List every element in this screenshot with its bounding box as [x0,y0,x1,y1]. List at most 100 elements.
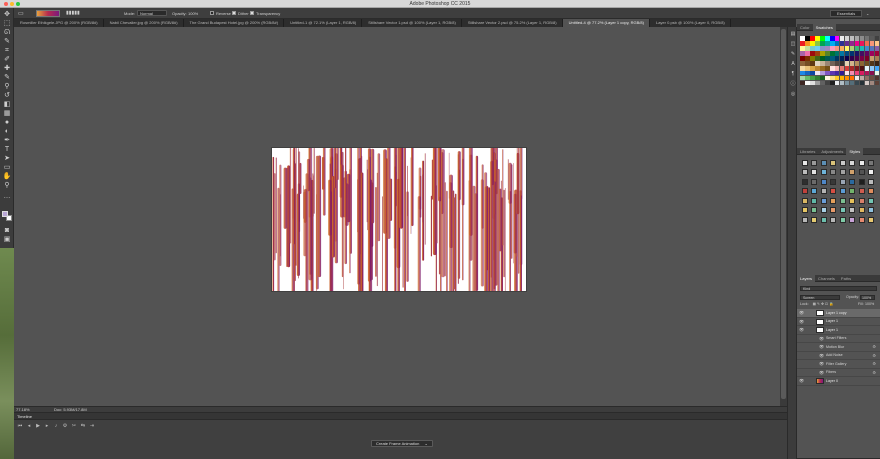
color-swatch[interactable] [834,40,840,46]
vertical-scrollbar[interactable] [780,27,787,406]
color-swatch[interactable] [849,55,855,61]
color-swatch[interactable] [829,55,835,61]
document-tab[interactable]: Untitled-1 @ 72.1% (Layer 1, RGB/8) [284,19,363,27]
foreground-color-swatch[interactable] [2,211,8,217]
layers-panel-tab[interactable]: Layers [797,275,816,282]
color-swatch[interactable] [804,45,810,51]
filter-visibility-eye-icon[interactable]: 👁 [819,361,824,366]
color-swatch[interactable] [874,36,880,41]
next-frame-icon[interactable]: ▸ [44,423,50,429]
color-swatch[interactable] [874,45,880,51]
style-preset[interactable] [811,216,817,223]
color-swatch[interactable] [864,55,870,61]
style-preset[interactable] [868,197,874,204]
filter-visibility-eye-icon[interactable]: 👁 [819,336,824,341]
layer-row[interactable]: 👁 Layer 1 [797,326,880,335]
color-swatch[interactable] [800,60,805,66]
filter-options-icon[interactable]: ⚙ [872,344,876,349]
layers-panel-tab[interactable]: Channels [815,275,838,282]
style-preset[interactable] [849,207,855,213]
color-swatch[interactable] [859,60,865,66]
color-swatch[interactable] [839,60,845,66]
style-preset[interactable] [868,159,874,166]
swatches-panel-tab[interactable]: Color [797,24,813,31]
blend-mode-select[interactable]: Screen [800,295,840,300]
color-swatch[interactable] [874,50,880,56]
style-preset[interactable] [858,169,865,175]
color-swatch[interactable] [809,50,815,56]
color-swatch[interactable] [814,80,820,86]
color-swatch[interactable] [804,80,810,86]
color-swatch[interactable] [839,36,845,41]
style-preset[interactable] [820,216,827,223]
color-swatch[interactable] [859,45,865,51]
style-preset[interactable] [830,188,836,194]
color-swatch[interactable] [824,75,830,81]
color-swatch[interactable] [844,36,850,41]
style-preset[interactable] [868,169,874,175]
create-frame-animation-button[interactable]: Create Frame Animation ⌄ [371,440,433,447]
color-swatch[interactable] [834,70,840,76]
color-swatch[interactable] [819,45,825,51]
color-swatch[interactable] [844,60,850,66]
color-swatch[interactable] [809,45,815,51]
style-preset[interactable] [830,178,836,185]
color-swatch[interactable] [864,50,870,56]
color-swatch[interactable] [800,75,805,81]
color-swatch[interactable] [824,50,830,56]
layer-row[interactable]: 👁 Fibers ⚙ [797,369,880,377]
color-swatch[interactable] [834,60,840,66]
style-preset[interactable] [849,178,855,185]
color-swatches[interactable] [2,211,12,223]
color-swatch[interactable] [874,60,880,66]
crop-tool-icon[interactable]: ⌗ [3,47,11,55]
path-selection-tool-icon[interactable]: ➤ [3,155,11,163]
color-swatch[interactable] [839,55,845,61]
color-swatch[interactable] [824,60,830,66]
color-swatch[interactable] [829,40,835,46]
color-swatch[interactable] [854,45,860,51]
color-swatch[interactable] [874,40,880,46]
quick-mask-icon[interactable]: ◙ [3,227,11,235]
color-swatch[interactable] [809,60,815,66]
color-swatch[interactable] [834,45,840,51]
color-swatch[interactable] [869,80,875,86]
style-preset[interactable] [858,197,865,204]
color-swatch[interactable] [844,55,850,61]
color-swatch[interactable] [844,70,850,76]
filter-options-icon[interactable]: ⚙ [872,370,876,375]
style-preset[interactable] [801,159,808,166]
style-preset[interactable] [868,178,874,185]
color-swatch[interactable] [834,65,840,71]
color-swatch[interactable] [829,45,835,51]
filter-options-icon[interactable]: ⚙ [872,353,876,358]
styles-panel-tab[interactable]: Libraries [797,148,818,155]
color-swatch[interactable] [834,55,840,61]
color-swatch[interactable] [854,70,860,76]
color-swatch[interactable] [854,40,860,46]
style-preset[interactable] [811,169,817,175]
color-swatch[interactable] [804,70,810,76]
color-swatch[interactable] [819,55,825,61]
style-preset[interactable] [849,188,855,194]
zoom-tool-icon[interactable]: ⚲ [3,182,11,190]
hand-tool-icon[interactable]: ✋ [3,173,12,181]
color-swatch[interactable] [824,45,830,51]
style-preset[interactable] [830,169,836,175]
style-preset[interactable] [801,207,808,213]
style-preset[interactable] [839,216,846,223]
color-swatch[interactable] [859,80,865,86]
color-swatch[interactable] [869,60,875,66]
color-swatch[interactable] [800,70,805,76]
color-swatch[interactable] [854,55,860,61]
chevron-down-icon[interactable]: ⌄ [866,11,869,16]
color-swatch[interactable] [804,60,810,66]
color-swatch[interactable] [849,50,855,56]
color-swatch[interactable] [800,55,805,61]
style-preset[interactable] [868,188,874,194]
color-swatch[interactable] [804,50,810,56]
layer-row[interactable]: 👁 Layer 1 [797,318,880,326]
move-tool-icon[interactable]: ✥ [3,11,11,19]
first-frame-icon[interactable]: ⏮ [17,423,23,429]
canvas-area[interactable] [14,27,780,406]
